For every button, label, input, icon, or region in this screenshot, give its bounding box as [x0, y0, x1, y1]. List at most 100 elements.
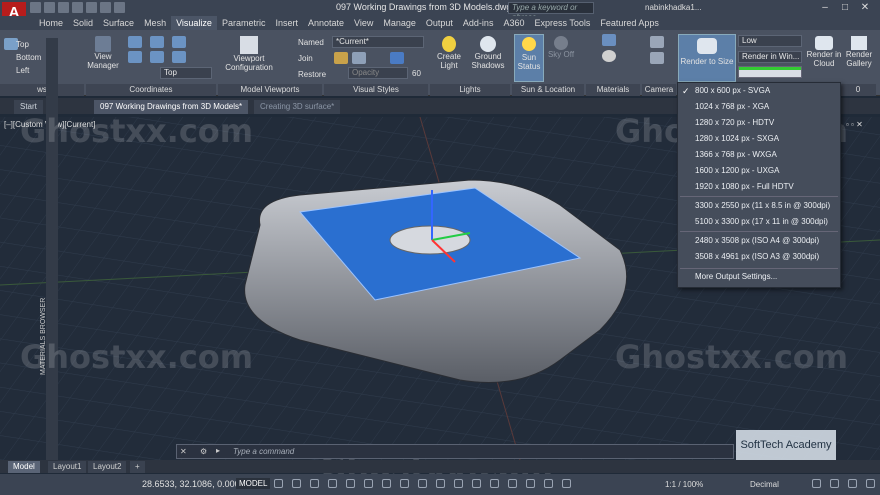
tab-layout1[interactable]: Layout1: [48, 461, 87, 473]
ground-shadows-button[interactable]: Ground Shadows: [472, 52, 505, 70]
render-quality-dropdown[interactable]: Low: [738, 35, 802, 47]
annotation-scale[interactable]: 1:1 / 100%: [665, 480, 703, 489]
ribbon-tab-solid[interactable]: Solid: [68, 16, 98, 30]
visual-style-dropdown[interactable]: *Current*: [332, 36, 424, 48]
redo-icon[interactable]: [114, 2, 125, 13]
render-size-option[interactable]: 1920 x 1080 px - Full HDTV: [695, 182, 794, 191]
render-size-option[interactable]: 3508 x 4961 px (ISO A3 @ 300dpi): [695, 252, 819, 261]
ortho-icon[interactable]: [310, 479, 319, 488]
camera-2-icon[interactable]: [650, 52, 664, 64]
snap-icon[interactable]: [292, 479, 301, 488]
view-top[interactable]: Top: [16, 40, 29, 49]
render-gallery-button[interactable]: Render Gallery: [846, 50, 872, 68]
ribbon-tab-featured-apps[interactable]: Featured Apps: [595, 16, 664, 30]
render-size-option[interactable]: 1280 x 1024 px - SXGA: [695, 134, 779, 143]
lights-panel-title[interactable]: Lights: [430, 84, 510, 96]
ucs-x-icon[interactable]: [128, 51, 142, 63]
render-size-option[interactable]: 5100 x 3300 px (17 x 11 in @ 300dpi): [695, 217, 828, 226]
materials-panel-title[interactable]: Materials: [586, 84, 640, 96]
xray-icon[interactable]: [390, 52, 404, 64]
materials-browser-icon[interactable]: [602, 34, 616, 46]
render-to-size-button[interactable]: Render to Size: [681, 57, 734, 66]
render-size-option[interactable]: 1280 x 720 px - HDTV: [695, 118, 774, 127]
shading-icon[interactable]: [334, 52, 348, 64]
annotation-visibility-icon[interactable]: [508, 479, 517, 488]
dynamic-ucs-icon[interactable]: [454, 479, 463, 488]
ribbon-tab-annotate[interactable]: Annotate: [303, 16, 349, 30]
coordinates-panel-title[interactable]: Coordinates: [86, 84, 216, 96]
ribbon-tab-parametric[interactable]: Parametric: [217, 16, 271, 30]
new-icon[interactable]: [30, 2, 41, 13]
plot-icon[interactable]: [86, 2, 97, 13]
ucs-icon[interactable]: [128, 36, 142, 48]
ribbon-tab-insert[interactable]: Insert: [270, 16, 303, 30]
ucs-origin-icon[interactable]: [172, 36, 186, 48]
sun-status-button[interactable]: Sun Status: [518, 53, 541, 71]
osnap-icon[interactable]: [346, 479, 355, 488]
camera-panel-title[interactable]: Camera: [642, 84, 676, 96]
coordinate-readout[interactable]: 28.6533, 32.1086, 0.0000: [142, 479, 245, 489]
ribbon-tab-output[interactable]: Output: [421, 16, 458, 30]
view-left[interactable]: Left: [16, 66, 29, 75]
fullscreen-icon[interactable]: [848, 479, 857, 488]
render-size-option[interactable]: More Output Settings...: [695, 272, 777, 281]
ucs-world-icon[interactable]: [150, 36, 164, 48]
saveas-icon[interactable]: [72, 2, 83, 13]
views-panel-title[interactable]: ws: [0, 84, 84, 96]
render-size-option[interactable]: 1024 x 768 px - XGA: [695, 102, 769, 111]
minimize-icon[interactable]: –: [816, 1, 834, 15]
render-panel-title[interactable]: 0: [840, 84, 876, 96]
lock-ui-icon[interactable]: [830, 479, 839, 488]
otrack-icon[interactable]: [364, 479, 373, 488]
edge-icon[interactable]: [352, 52, 366, 64]
polar-icon[interactable]: [328, 479, 337, 488]
close-icon[interactable]: ✕: [856, 1, 874, 15]
ucs-named-dropdown[interactable]: Top: [160, 67, 212, 79]
render-size-option[interactable]: 1366 x 768 px - WXGA: [695, 150, 777, 159]
render-size-option[interactable]: 3300 x 2550 px (11 x 8.5 in @ 300dpi): [695, 201, 830, 210]
units-dropdown[interactable]: Decimal: [750, 480, 779, 489]
isolate-icon[interactable]: [562, 479, 571, 488]
join-viewports[interactable]: Join: [298, 54, 313, 63]
undo-icon[interactable]: [100, 2, 111, 13]
search-input[interactable]: Type a keyword or phrase: [508, 2, 594, 22]
model-space-button[interactable]: MODEL: [236, 478, 271, 489]
named-viewports[interactable]: Named: [298, 38, 324, 47]
view-bottom[interactable]: Bottom: [16, 53, 41, 62]
sun-location-panel-title[interactable]: Sun & Location: [512, 84, 584, 96]
sky-off-button[interactable]: Sky Off: [548, 50, 574, 59]
viewport-configuration-button[interactable]: Viewport Configuration: [225, 54, 273, 72]
command-close-icon[interactable]: ✕: [180, 447, 187, 456]
save-icon[interactable]: [58, 2, 69, 13]
grid-icon[interactable]: [274, 479, 283, 488]
transparency-icon[interactable]: [400, 479, 409, 488]
wrench-icon[interactable]: ⚙: [200, 447, 207, 456]
selection-cycling-icon[interactable]: [418, 479, 427, 488]
ucs-z-icon[interactable]: [172, 51, 186, 63]
gizmo-icon[interactable]: [490, 479, 499, 488]
tab-creating-3d-surface[interactable]: Creating 3D surface*: [254, 100, 341, 114]
render-in-cloud-button[interactable]: Render in Cloud: [807, 50, 842, 68]
viewport-window-controls[interactable]: ▫ ▫ ✕: [846, 120, 876, 130]
quick-access-toolbar[interactable]: [30, 2, 125, 13]
camera-icon[interactable]: [650, 36, 664, 48]
3d-osnap-icon[interactable]: [436, 479, 445, 488]
tab-model[interactable]: Model: [8, 461, 40, 473]
render-size-option[interactable]: 1600 x 1200 px - UXGA: [695, 166, 780, 175]
ribbon-tab-manage[interactable]: Manage: [378, 16, 421, 30]
opacity-slider[interactable]: Opacity: [348, 67, 408, 79]
ribbon-tab-home[interactable]: Home: [34, 16, 68, 30]
ribbon-tab-view[interactable]: View: [349, 16, 378, 30]
ribbon-tab-surface[interactable]: Surface: [98, 16, 139, 30]
workspace-icon[interactable]: [544, 479, 553, 488]
create-light-button[interactable]: Create Light: [437, 52, 461, 70]
ribbon-tab-visualize[interactable]: Visualize: [171, 16, 217, 30]
view-manager-button[interactable]: View Manager: [87, 52, 119, 70]
user-account[interactable]: nabinkhadka1...: [645, 3, 702, 12]
auto-scale-icon[interactable]: [526, 479, 535, 488]
ribbon-tab-a360[interactable]: A360: [498, 16, 529, 30]
tab-layout2[interactable]: Layout2: [88, 461, 127, 473]
lineweight-icon[interactable]: [382, 479, 391, 488]
ribbon-tab-mesh[interactable]: Mesh: [139, 16, 171, 30]
selection-filter-icon[interactable]: [472, 479, 481, 488]
